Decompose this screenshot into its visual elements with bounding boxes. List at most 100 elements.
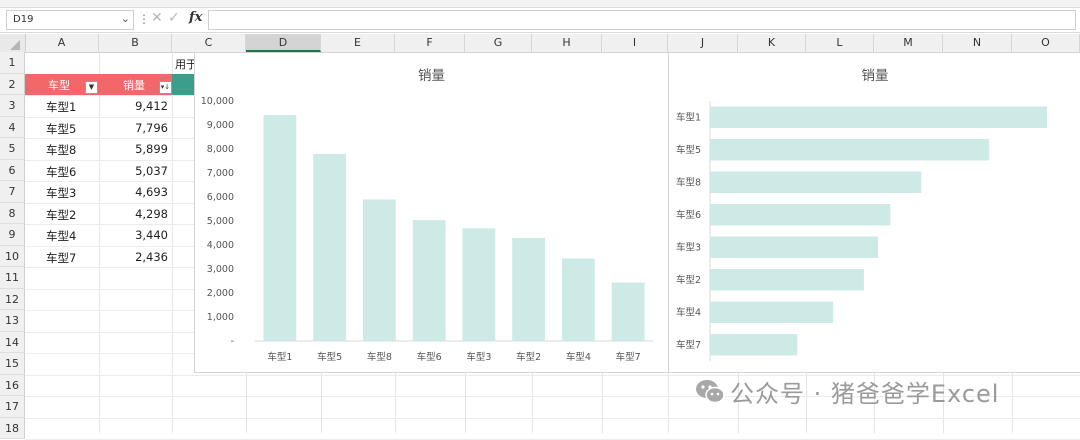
y-tick-label: 6,000 [207,192,234,203]
formula-input[interactable] [208,10,1076,30]
column-header-f[interactable]: F [395,34,465,52]
table-cell-model[interactable]: 车型7 [46,250,76,266]
bar-车型5[interactable] [710,139,990,161]
table-cell-sales[interactable]: 9,412 [99,99,168,113]
bar-车型5[interactable] [313,153,347,341]
vertical-bar-chart[interactable]: 销量 - 1,000 2,000 3,000 4,000 5,000 6,000 7,000 8,… [194,52,669,373]
bar-车型7[interactable] [710,334,798,356]
row-header-15[interactable]: 15 [0,353,25,375]
insert-function-button[interactable]: fx [189,10,202,25]
table-cell-model[interactable]: 车型1 [46,99,76,115]
row-header-7[interactable]: 7 [0,181,25,203]
bar-车型8[interactable] [710,171,922,193]
table-cell-model[interactable]: 车型6 [46,164,76,180]
name-box-value: D19 [13,14,34,25]
filter-dropdown-icon[interactable]: ▼ [85,81,98,94]
row-header-11[interactable]: 11 [0,267,25,289]
y-tick-label: 车型6 [676,209,701,221]
highlight-cell-c2[interactable] [172,74,194,95]
row-header-17[interactable]: 17 [0,396,25,418]
bar-车型2[interactable] [512,237,546,341]
column-header-c[interactable]: C [172,34,246,52]
column-header-b[interactable]: B [99,34,172,52]
watermark-text: 公众号 · 猪爸爸学Excel [730,380,1000,408]
bar-车型7[interactable] [611,282,645,341]
y-tick-label: 车型7 [676,339,701,351]
row-header-3[interactable]: 3 [0,95,25,117]
bar-车型1[interactable] [710,106,1047,128]
horizontal-bar-chart-canvas: 销量车型1 车型5 车型8 车型6 车型3 车型2 车型4 车型7 [676,68,1047,361]
column-header-o[interactable]: O [1012,34,1080,52]
row-header-10[interactable]: 10 [0,245,25,267]
select-all-button[interactable] [0,34,26,52]
bar-车型3[interactable] [462,228,496,341]
table-cell-sales[interactable]: 2,436 [99,250,168,264]
bar-车型4[interactable] [561,258,595,341]
bar-车型6[interactable] [412,220,446,341]
name-box[interactable]: D19 ⌄ [6,10,134,30]
formula-bar: D19 ⌄ ⋮ ✕ ✓ fx [0,8,1080,33]
column-header-h[interactable]: H [532,34,602,52]
row-header-5[interactable]: 5 [0,138,25,160]
table-cell-model[interactable]: 车型5 [46,121,76,137]
column-header-k[interactable]: K [738,34,806,52]
table-cell-sales[interactable]: 4,298 [99,207,168,221]
chart-title: 销量 [862,68,889,84]
row-header-16[interactable]: 16 [0,374,25,396]
y-tick-label: 车型4 [676,306,701,318]
row-header-4[interactable]: 4 [0,116,25,138]
grid-line [25,417,1080,419]
column-header-l[interactable]: L [806,34,874,52]
y-tick-label: 2,000 [207,288,234,299]
table-cell-sales[interactable]: 3,440 [99,228,168,242]
table-cell-sales[interactable]: 4,693 [99,185,168,199]
sort-filter-icon[interactable]: ▾↓ [159,81,172,94]
horizontal-bar-chart[interactable]: 销量 车型1 车型5 车型8 车型6 车型3 车型2 车型4 车型7 [668,52,1080,373]
bar-车型2[interactable] [710,269,864,291]
bar-车型6[interactable] [710,204,891,226]
column-header-j[interactable]: J [668,34,738,52]
y-tick-label: 5,000 [207,216,234,227]
row-header-2[interactable]: 2 [0,73,25,95]
column-header-m[interactable]: M [874,34,943,52]
table-cell-sales[interactable]: 7,796 [99,121,168,135]
table-cell-sales[interactable]: 5,037 [99,164,168,178]
y-tick-label: 车型5 [676,144,701,156]
row-header-14[interactable]: 14 [0,331,25,353]
row-header-1[interactable]: 1 [0,52,25,74]
table-cell-model[interactable]: 车型3 [46,185,76,201]
row-header-9[interactable]: 9 [0,224,25,246]
cancel-icon[interactable]: ✕ [151,10,163,26]
more-options-icon[interactable]: ⋮ [138,12,150,26]
column-header-a[interactable]: A [25,34,99,52]
row-header-6[interactable]: 6 [0,159,25,181]
grid-line [172,52,173,433]
row-header-8[interactable]: 8 [0,202,25,224]
column-header-g[interactable]: G [465,34,532,52]
column-header-i[interactable]: I [602,34,668,52]
bar-车型4[interactable] [710,301,834,323]
table-cell-model[interactable]: 车型2 [46,207,76,223]
chart-title: 销量 [418,68,445,84]
row-header-13[interactable]: 13 [0,310,25,332]
table-header-sales-label: 销量 [123,79,145,92]
x-tick-label: 车型6 [417,351,442,363]
table-cell-model[interactable]: 车型8 [46,142,76,158]
y-tick-label: 9,000 [207,120,234,131]
column-header-e[interactable]: E [321,34,395,52]
column-header-n[interactable]: N [943,34,1012,52]
bar-车型1[interactable] [263,115,297,341]
y-tick-label: 7,000 [207,168,234,179]
y-tick-label: 车型1 [676,111,701,123]
toolbar-strip [0,0,1080,8]
bar-车型3[interactable] [710,236,879,258]
row-header-18[interactable]: 18 [0,417,25,439]
row-header-12[interactable]: 12 [0,288,25,310]
column-header-d[interactable]: D [246,34,321,52]
table-cell-sales[interactable]: 5,899 [99,142,168,156]
x-tick-label: 车型1 [267,351,292,363]
bar-车型8[interactable] [362,199,396,341]
table-cell-model[interactable]: 车型4 [46,228,76,244]
enter-icon[interactable]: ✓ [168,10,180,26]
chevron-down-icon[interactable]: ⌄ [121,12,130,25]
